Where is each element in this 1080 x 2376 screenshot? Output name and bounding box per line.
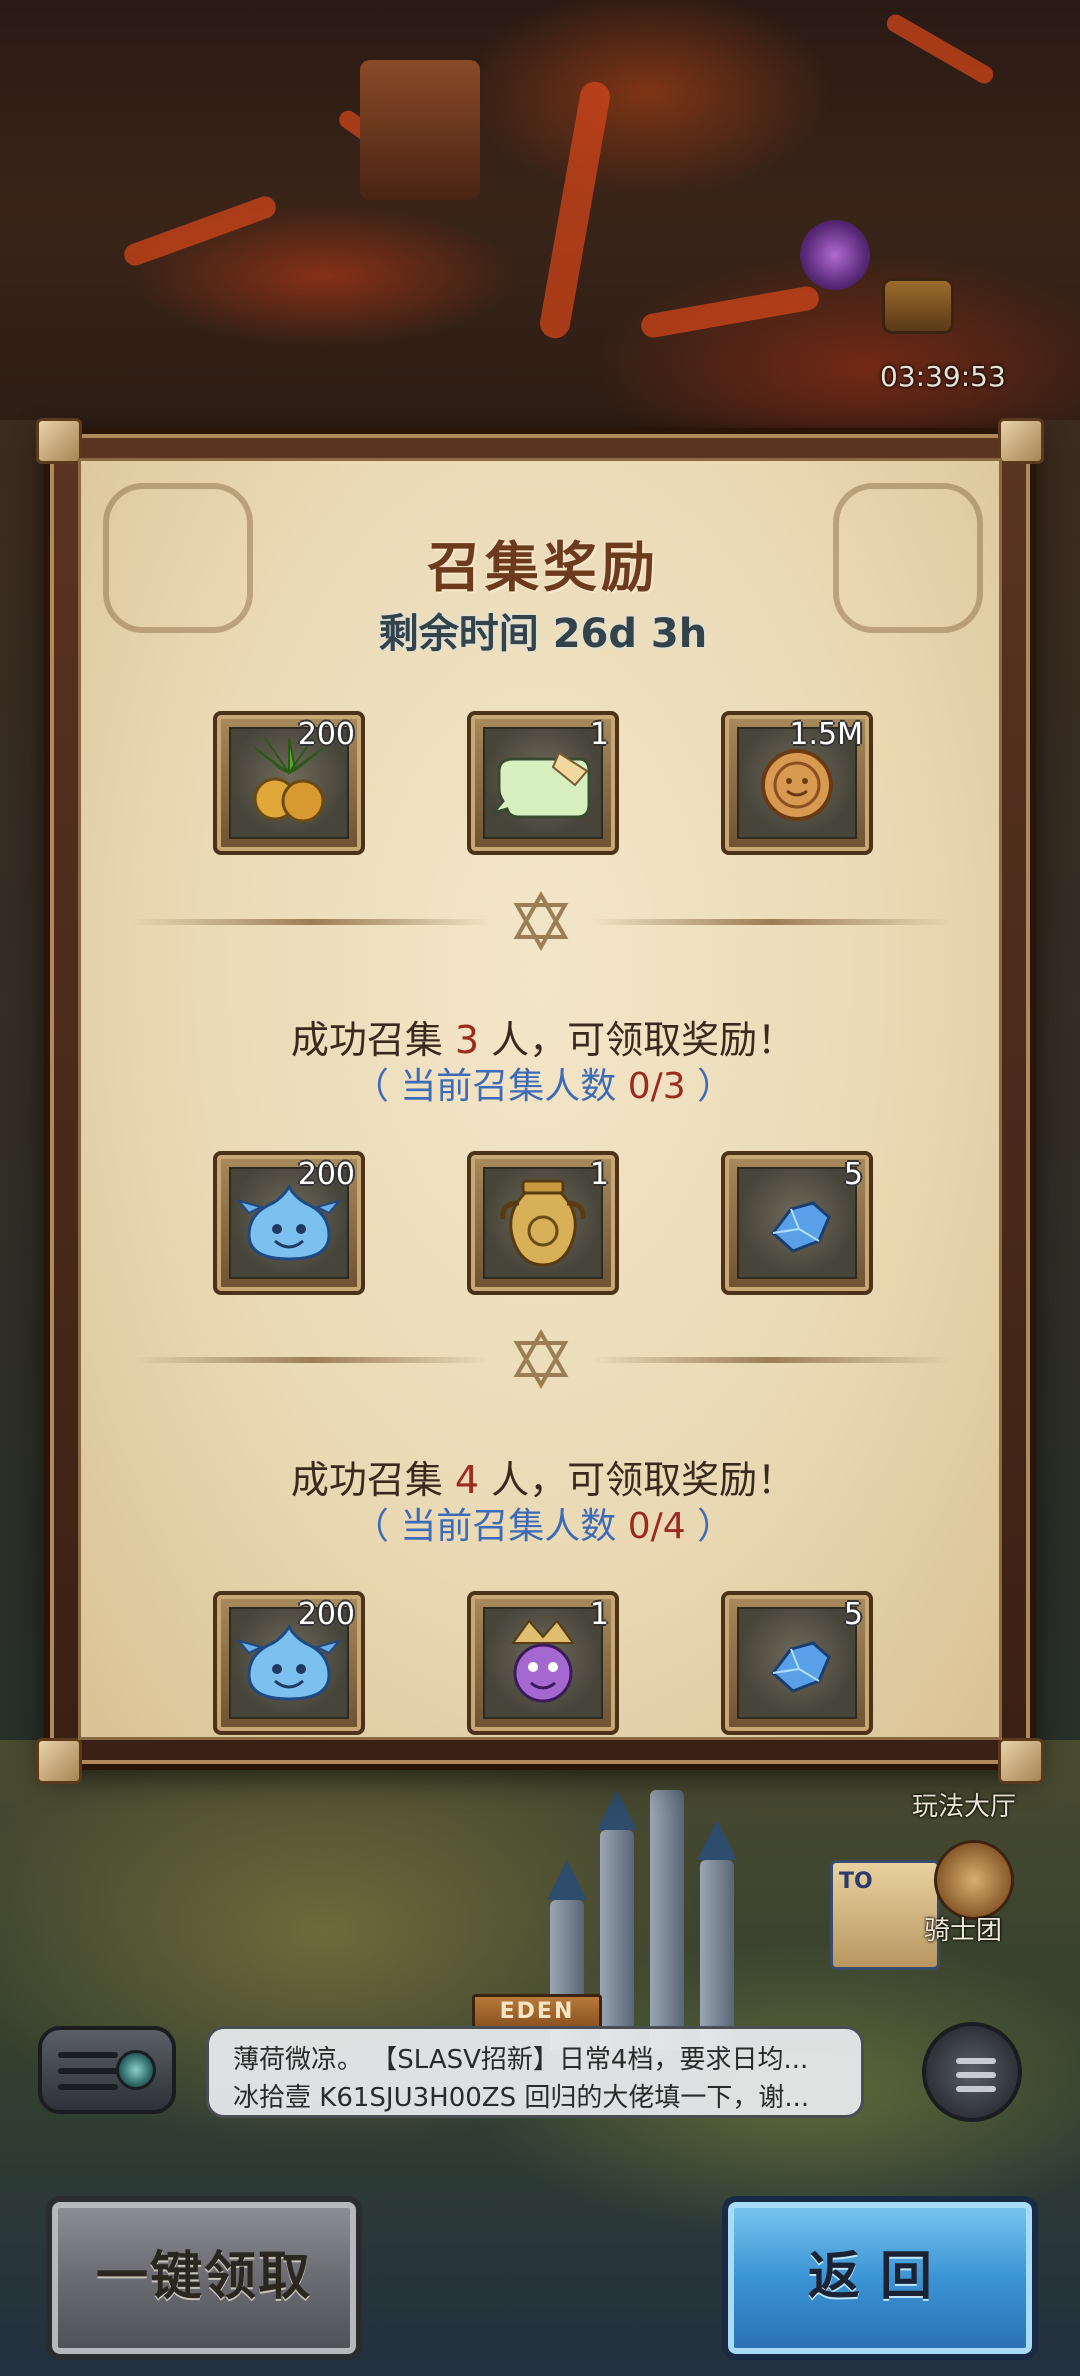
menu-list-icon[interactable]	[922, 2022, 1022, 2122]
tier-requirement: 成功召集 4 人，可领取奖励！	[81, 1449, 999, 1504]
tier-progress-prefix: （ 当前召集人数	[352, 1066, 628, 1107]
tier-progress: （ 当前召集人数 0/3 ）	[81, 1057, 999, 1109]
hexagram-icon	[513, 891, 569, 951]
frame-corner	[998, 1738, 1044, 1784]
reward-count: 1.5M	[789, 717, 863, 752]
blue-crystal-icon	[770, 1641, 831, 1693]
chat-message: 薄荷微凉。 【SLASV招新】日常4档，要求日均...	[233, 2045, 809, 2075]
reward-count: 5	[843, 1157, 863, 1192]
game-screen: 03:39:53 EDEN 玩法大厅 TO 骑士团 召集奖励 剩余时间 26d …	[0, 0, 1080, 2376]
blue-crystal-icon	[770, 1201, 831, 1253]
tier-progress: （ 当前召集人数 0/4 ）	[81, 1497, 999, 1549]
reward-slot[interactable]: 1.5M	[721, 711, 873, 855]
tier-progress-suffix: ）	[685, 1506, 734, 1547]
treasure-chest-icon[interactable]	[868, 270, 964, 350]
reward-count: 1	[589, 1157, 609, 1192]
reward-count: 200	[297, 1157, 355, 1192]
tier-req-prefix: 成功召集	[290, 1018, 455, 1062]
tier-progress-prefix: （ 当前召集人数	[352, 1506, 628, 1547]
tier-req-suffix: 人，可领取奖励！	[479, 1018, 796, 1062]
reward-slot[interactable]: 5	[721, 1151, 873, 1295]
reward-slot[interactable]: 200	[213, 1591, 365, 1735]
reward-slot[interactable]: 1	[467, 711, 619, 855]
remaining-time: 剩余时间 26d 3h	[378, 611, 708, 657]
reward-slot[interactable]: 1	[467, 1591, 619, 1735]
reward-slot[interactable]: 5	[721, 1591, 873, 1735]
eden-sign[interactable]: EDEN	[472, 1994, 602, 2030]
panel-title: 召集奖励	[427, 536, 659, 599]
forge-building-icon[interactable]	[360, 60, 480, 200]
golden-urn-icon	[500, 1179, 586, 1267]
reward-count: 1	[589, 717, 609, 752]
back-button[interactable]: 返回	[722, 2196, 1038, 2360]
reward-count: 1	[589, 1597, 609, 1632]
tier-progress-value: 0/4	[627, 1506, 686, 1547]
tier-req-number: 3	[454, 1018, 480, 1062]
tier-requirement: 成功召集 3 人，可领取奖励！	[81, 1009, 999, 1064]
reward-count: 200	[297, 717, 355, 752]
play-hall-label[interactable]: 玩法大厅	[912, 1786, 1016, 1823]
reward-count: 5	[843, 1597, 863, 1632]
tier-progress-value: 0/3	[627, 1066, 686, 1107]
knights-trophy-icon[interactable]	[934, 1840, 1014, 1920]
chat-radio-icon[interactable]	[38, 2026, 176, 2114]
claim-all-button[interactable]: 一键领取	[46, 2196, 362, 2360]
tier-req-prefix: 成功召集	[290, 1458, 455, 1502]
event-tag: TO	[839, 1869, 873, 1894]
chat-message: 冰拾壹 K61SJU3H00ZS 回归的大佬填一下，谢...	[233, 2083, 810, 2113]
reward-row: 200 1 5	[81, 1591, 999, 1737]
frame-corner	[998, 418, 1044, 464]
reward-slot[interactable]: 200	[213, 1151, 365, 1295]
ornament-divider	[131, 1329, 951, 1389]
tier-progress-suffix: ）	[685, 1066, 734, 1107]
ornament-divider	[131, 891, 951, 951]
chat-preview[interactable]: 薄荷微凉。 【SLASV招新】日常4档，要求日均... 冰拾壹 K61SJU3H…	[206, 2026, 864, 2118]
reward-row: 200 1 1.5M	[81, 711, 999, 861]
frame-corner	[36, 1738, 82, 1784]
tier-req-number: 4	[454, 1458, 480, 1502]
chest-timer: 03:39:53	[880, 360, 1006, 393]
speech-ticket-icon	[489, 751, 591, 819]
portal-icon[interactable]	[800, 220, 870, 290]
reward-slot[interactable]: 1	[467, 1151, 619, 1295]
purple-hero-portrait-icon	[511, 1619, 575, 1703]
frame-corner	[36, 418, 82, 464]
hexagram-icon	[513, 1329, 569, 1389]
reward-count: 200	[297, 1597, 355, 1632]
tier-req-suffix: 人，可领取奖励！	[479, 1458, 796, 1502]
reward-row: 200 1 5	[81, 1151, 999, 1301]
reward-panel: 召集奖励 剩余时间 26d 3h 200 1 1.5M 成功召集 3 人，可领取…	[78, 458, 1002, 1740]
reward-slot[interactable]: 200	[213, 711, 365, 855]
knights-label[interactable]: 骑士团	[924, 1910, 1002, 1947]
